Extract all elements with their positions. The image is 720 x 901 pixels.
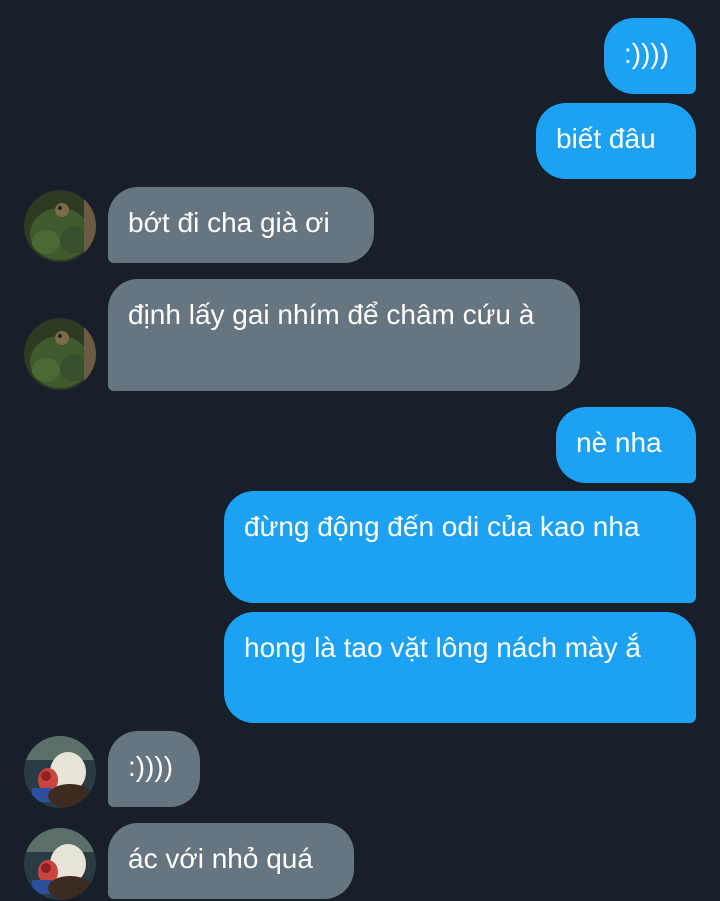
message-bubble-outgoing[interactable]: hong là tao vặt lông nách mày ắ <box>224 612 696 723</box>
message-bubble-incoming[interactable]: bớt đi cha già ơi <box>108 187 374 263</box>
message-bubble-incoming[interactable]: ác với nhỏ quá <box>108 823 354 899</box>
contact-avatar[interactable] <box>24 318 96 390</box>
contact-avatar[interactable] <box>24 190 96 262</box>
message-bubble-outgoing[interactable]: nè nha <box>556 407 696 483</box>
avatar-image-icon <box>24 736 96 808</box>
chat-thread: :)))) biết đâu bớt đi cha già ơi định lấ… <box>0 0 720 901</box>
avatar-image-icon <box>24 318 96 390</box>
avatar-image-icon <box>24 828 96 900</box>
message-bubble-incoming[interactable]: định lấy gai nhím để châm cứu à <box>108 279 580 391</box>
message-bubble-outgoing[interactable]: :)))) <box>604 18 696 94</box>
contact-avatar[interactable] <box>24 736 96 808</box>
message-bubble-outgoing[interactable]: biết đâu <box>536 103 696 179</box>
message-bubble-outgoing[interactable]: đừng động đến odi của kao nha <box>224 491 696 603</box>
message-bubble-incoming[interactable]: :)))) <box>108 731 200 807</box>
contact-avatar[interactable] <box>24 828 96 900</box>
avatar-image-icon <box>24 190 96 262</box>
